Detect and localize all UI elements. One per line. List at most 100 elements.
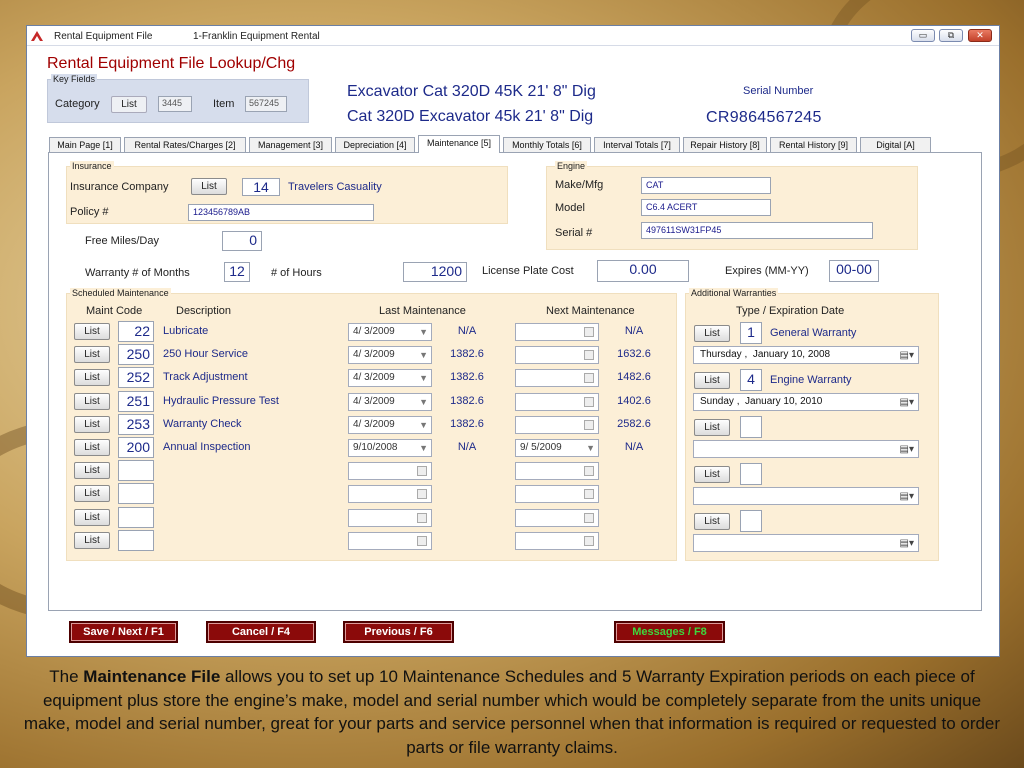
expires-field[interactable]: 00-00 (829, 260, 879, 282)
maint-list-button[interactable]: List (74, 369, 110, 387)
last-maintenance-date[interactable]: 9/10/2008 ▼ (348, 439, 432, 457)
last-maintenance-date[interactable]: 4/ 3/2009 ▼ (348, 415, 432, 434)
maint-code-field[interactable] (118, 506, 154, 528)
tab-management[interactable]: Management [3] (249, 137, 332, 152)
messages-button[interactable]: Messages / F8 (614, 621, 725, 643)
engine-model-label: Model (555, 202, 585, 214)
next-maintenance-date[interactable] (515, 462, 599, 481)
last-maintenance-date[interactable]: 4/ 3/2009 ▼ (348, 346, 432, 365)
warranty-expiration-date[interactable]: ▤▾ (693, 440, 919, 458)
policy-field[interactable]: 123456789AB (188, 204, 374, 221)
warranty-code-field[interactable] (740, 416, 762, 438)
next-maintenance-date[interactable] (515, 415, 599, 434)
engine-model-field[interactable]: C6.4 ACERT (641, 199, 771, 216)
warranty-list-button[interactable]: List (694, 325, 730, 342)
maint-code-field[interactable]: 251 (118, 390, 154, 412)
next-maintenance-date[interactable] (515, 346, 599, 365)
last-date-text: 4/ 3/2009 (353, 326, 395, 337)
tab-maintenance[interactable]: Maintenance [5] (418, 135, 500, 153)
date-checkbox-icon (584, 327, 594, 337)
date-checkbox-icon (417, 535, 427, 546)
next-maintenance-date[interactable] (515, 323, 599, 341)
tab-rental-rates[interactable]: Rental Rates/Charges [2] (124, 137, 246, 152)
insurance-list-button[interactable]: List (191, 178, 227, 195)
item-field[interactable]: 567245 (245, 96, 287, 112)
maint-list-button[interactable]: List (74, 346, 110, 364)
tab-repair-history[interactable]: Repair History [8] (683, 137, 767, 152)
maint-code-field[interactable] (118, 483, 154, 505)
maint-code-field[interactable]: 22 (118, 321, 154, 342)
description-header: Description (176, 305, 232, 317)
warranty-weekday: Sunday (700, 396, 734, 407)
last-maintenance-value: N/A (457, 441, 477, 453)
engine-serial-field[interactable]: 497611SW31FP45 (641, 222, 873, 239)
maint-list-button[interactable]: List (74, 508, 110, 526)
calendar-icon: ▤▾ (899, 538, 914, 549)
maint-list-button[interactable]: List (74, 485, 110, 503)
previous-button[interactable]: Previous / F6 (343, 621, 454, 643)
warranty-list-button[interactable]: List (694, 513, 730, 530)
next-maintenance-date[interactable] (515, 392, 599, 411)
maint-code-field[interactable]: 200 (118, 437, 154, 458)
warranty-code-field[interactable]: 1 (740, 322, 762, 344)
warranty-months-field[interactable]: 12 (224, 262, 250, 282)
last-maintenance-date[interactable]: 4/ 3/2009 ▼ (348, 392, 432, 411)
tab-depreciation[interactable]: Depreciation [4] (335, 137, 415, 152)
tab-main-page[interactable]: Main Page [1] (49, 137, 121, 152)
last-maintenance-date[interactable] (348, 508, 432, 527)
free-miles-field[interactable]: 0 (222, 231, 262, 251)
cancel-button[interactable]: Cancel / F4 (206, 621, 316, 643)
maint-list-button[interactable]: List (74, 323, 110, 340)
maint-code-field[interactable] (118, 529, 154, 551)
next-maintenance-date[interactable] (515, 485, 599, 504)
last-maintenance-date[interactable] (348, 462, 432, 481)
engine-make-field[interactable]: CAT (641, 177, 771, 194)
next-maintenance-value: 1632.6 (617, 348, 651, 361)
insurance-company-code-field[interactable]: 14 (242, 178, 280, 196)
next-maintenance-date[interactable]: 9/ 5/2009 ▼ (515, 439, 599, 457)
caption-lead: The (49, 667, 79, 686)
last-maintenance-date[interactable]: 4/ 3/2009 ▼ (348, 323, 432, 341)
maint-code-field[interactable]: 253 (118, 413, 154, 435)
category-field[interactable]: 3445 (158, 96, 192, 112)
warranty-code-field[interactable] (740, 463, 762, 485)
minimize-button[interactable]: ▭ (911, 29, 935, 42)
tab-rental-history[interactable]: Rental History [9] (770, 137, 857, 152)
next-maintenance-value: 1402.6 (617, 394, 651, 407)
warranty-expiration-date[interactable]: ▤▾ (693, 534, 919, 552)
hours-field[interactable]: 1200 (403, 262, 467, 282)
maint-list-button[interactable]: List (74, 415, 110, 433)
maint-code-field[interactable]: 252 (118, 367, 154, 389)
tab-interval-totals[interactable]: Interval Totals [7] (594, 137, 680, 152)
close-button[interactable]: ✕ (968, 29, 992, 42)
license-plate-field[interactable]: 0.00 (597, 260, 689, 282)
last-maintenance-value: 1382.6 (450, 348, 484, 361)
last-maintenance-date[interactable] (348, 531, 432, 550)
tab-monthly-totals[interactable]: Monthly Totals [6] (503, 137, 591, 152)
date-checkbox-icon (417, 512, 427, 523)
tab-digital[interactable]: Digital [A] (860, 137, 931, 152)
save-next-button[interactable]: Save / Next / F1 (69, 621, 178, 643)
last-maintenance-date[interactable] (348, 485, 432, 504)
maint-code-field[interactable] (118, 460, 154, 482)
maint-list-button[interactable]: List (74, 439, 110, 456)
maint-list-button[interactable]: List (74, 531, 110, 549)
warranty-expiration-date[interactable]: Thursday , January 10, 2008 ▤▾ (693, 346, 919, 364)
warranty-list-button[interactable]: List (694, 372, 730, 389)
warranty-expiration-date[interactable]: Sunday , January 10, 2010 ▤▾ (693, 393, 919, 411)
dropdown-arrow-icon: ▼ (419, 350, 428, 361)
last-maintenance-date[interactable]: 4/ 3/2009 ▼ (348, 369, 432, 388)
warranty-code-field[interactable] (740, 510, 762, 532)
next-maintenance-date[interactable] (515, 531, 599, 550)
restore-button[interactable]: ⧉ (939, 29, 963, 42)
warranty-list-button[interactable]: List (694, 466, 730, 483)
maint-list-button[interactable]: List (74, 462, 110, 480)
maint-list-button[interactable]: List (74, 392, 110, 410)
category-list-button[interactable]: List (111, 96, 147, 113)
warranty-code-field[interactable]: 4 (740, 369, 762, 391)
warranty-list-button[interactable]: List (694, 419, 730, 436)
next-maintenance-date[interactable] (515, 369, 599, 388)
warranty-expiration-date[interactable]: ▤▾ (693, 487, 919, 505)
maint-code-field[interactable]: 250 (118, 344, 154, 366)
next-maintenance-date[interactable] (515, 508, 599, 527)
